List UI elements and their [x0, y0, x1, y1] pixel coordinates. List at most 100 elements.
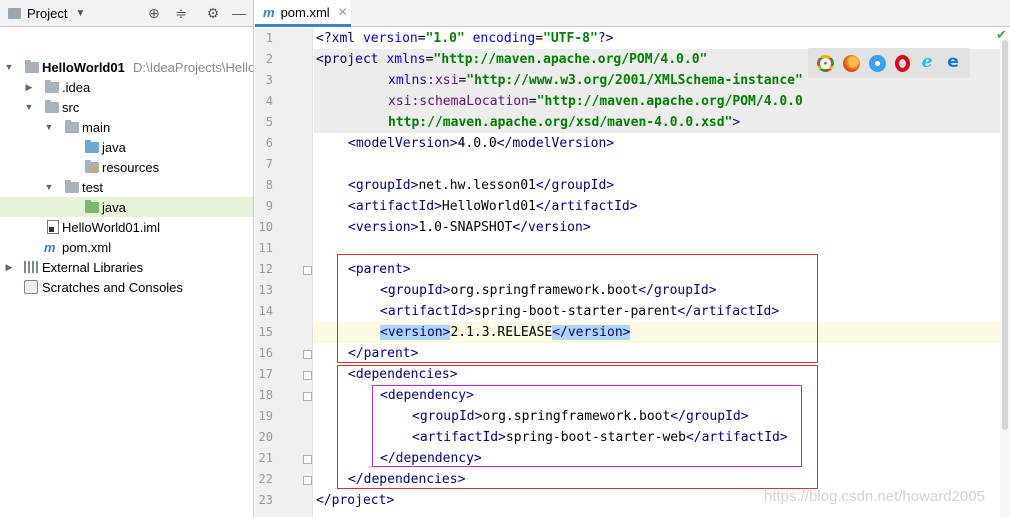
tab-pom-xml[interactable]: m pom.xml ✕ — [255, 0, 351, 27]
scratches-icon — [24, 280, 38, 294]
tree-item-src[interactable]: ▼ src — [0, 97, 253, 117]
resources-folder-icon — [85, 160, 99, 173]
folder-icon — [45, 100, 59, 113]
module-folder-icon — [25, 60, 39, 73]
folder-icon — [8, 7, 21, 19]
editor-gutter: 1 2 3 4 5 6 7 8 9 10 11 12 13 14 15 16 1… — [255, 28, 313, 517]
code-line: </project> — [316, 493, 395, 508]
chevron-down-icon[interactable]: ▼ — [44, 122, 54, 132]
line-number: 6 — [265, 136, 273, 150]
tree-item-path: D:\IdeaProjects\Hello — [133, 59, 254, 75]
code-line: <artifactId>HelloWorld01</artifactId> — [348, 199, 638, 214]
maven-file-icon: m — [44, 239, 56, 255]
tree-item-label: src — [62, 99, 80, 115]
project-view-selector[interactable]: Project — [27, 6, 67, 21]
source-folder-icon — [85, 140, 99, 153]
chevron-down-icon[interactable]: ▼ — [44, 182, 54, 192]
tree-item-label: HelloWorld01.iml — [62, 219, 161, 235]
tree-item-test-java[interactable]: java — [0, 197, 253, 217]
code-line: xmlns:xsi="http://www.w3.org/2001/XMLSch… — [388, 73, 803, 88]
firefox-icon[interactable] — [842, 54, 860, 72]
line-number: 2 — [265, 52, 273, 66]
browser-preview-bar: e e — [808, 48, 970, 78]
line-number: 14 — [258, 304, 273, 318]
scroll-thumb[interactable] — [1002, 40, 1008, 430]
tree-item-label: java — [102, 199, 126, 215]
line-number: 12 — [258, 262, 273, 276]
line-number: 20 — [258, 430, 273, 444]
tree-item-label: resources — [102, 159, 160, 175]
line-number: 22 — [258, 472, 273, 486]
project-panel-header: Project ▼ ⊕ ≑ ⚙ — — [0, 0, 253, 27]
test-folder-icon — [85, 200, 99, 213]
tree-item-main[interactable]: ▼ main — [0, 117, 253, 137]
line-number: 21 — [258, 451, 273, 465]
fold-marker[interactable] — [303, 266, 312, 275]
tree-item-test[interactable]: ▼ test — [0, 177, 253, 197]
editor-tab-bar: m pom.xml ✕ — [255, 0, 1010, 27]
line-number: 13 — [258, 283, 273, 297]
fold-marker[interactable] — [303, 455, 312, 464]
folder-icon — [65, 180, 79, 193]
project-panel: Project ▼ ⊕ ≑ ⚙ — ▼ HelloWorld01 D:\Idea… — [0, 0, 254, 517]
safari-icon[interactable] — [868, 54, 886, 72]
folder-icon — [65, 120, 79, 133]
line-number: 19 — [258, 409, 273, 423]
line-number: 15 — [258, 325, 273, 339]
tree-item-external-libraries[interactable]: ▶ External Libraries — [0, 257, 253, 277]
fold-marker[interactable] — [303, 476, 312, 485]
line-number: 10 — [258, 220, 273, 234]
code-line: http://maven.apache.org/xsd/maven-4.0.0.… — [388, 115, 741, 130]
vertical-scrollbar[interactable] — [1000, 40, 1010, 517]
watermark: https://blog.csdn.net/howard2005 — [764, 488, 985, 505]
code-editor[interactable]: <?xml version="1.0" encoding="UTF-8"?> <… — [314, 28, 1000, 517]
maven-file-icon: m — [263, 4, 275, 20]
locate-icon[interactable]: ⊕ — [146, 5, 162, 21]
opera-icon[interactable] — [894, 54, 910, 72]
ie-icon[interactable]: e — [919, 53, 936, 72]
code-line: <version>1.0-SNAPSHOT</version> — [348, 220, 591, 235]
minimize-icon[interactable]: — — [231, 5, 247, 21]
line-number: 23 — [258, 493, 273, 507]
fold-marker[interactable] — [303, 371, 312, 380]
chevron-right-icon[interactable]: ▶ — [4, 262, 14, 273]
tree-item-label: Scratches and Consoles — [42, 279, 183, 295]
code-line: <groupId>net.hw.lesson01</groupId> — [348, 178, 615, 193]
line-number: 5 — [265, 115, 273, 129]
chrome-icon[interactable] — [816, 54, 834, 72]
line-number: 18 — [258, 388, 273, 402]
parent-annotation-box — [337, 254, 818, 363]
code-line: <modelVersion>4.0.0</modelVersion> — [348, 136, 615, 151]
fold-marker[interactable] — [303, 350, 312, 359]
code-line: <?xml version="1.0" encoding="UTF-8"?> — [316, 31, 614, 46]
chevron-right-icon[interactable]: ▶ — [24, 82, 34, 93]
tree-item-scratches[interactable]: Scratches and Consoles — [0, 277, 253, 297]
fold-marker[interactable] — [303, 392, 312, 401]
code-line: <project xmlns="http://maven.apache.org/… — [316, 52, 708, 67]
collapse-all-icon[interactable]: ≑ — [173, 5, 189, 21]
library-icon — [24, 261, 38, 273]
line-number: 1 — [265, 31, 273, 45]
gear-icon[interactable]: ⚙ — [205, 5, 221, 21]
code-line: xsi:schemaLocation="http://maven.apache.… — [388, 94, 803, 109]
iml-file-icon — [47, 220, 59, 234]
tab-label: pom.xml — [280, 4, 330, 20]
tree-item-label: pom.xml — [62, 239, 112, 255]
chevron-down-icon[interactable]: ▼ — [24, 102, 34, 112]
tree-item-main-java[interactable]: java — [0, 137, 253, 157]
tree-item-iml[interactable]: HelloWorld01.iml — [0, 217, 253, 237]
tree-item-resources[interactable]: resources — [0, 157, 253, 177]
line-number: 11 — [258, 241, 273, 255]
tree-item-pom[interactable]: m pom.xml — [0, 237, 253, 257]
tree-item-helloworld01[interactable]: ▼ HelloWorld01 D:\IdeaProjects\Hello — [0, 57, 254, 77]
chevron-down-icon[interactable]: ▼ — [4, 62, 14, 72]
chevron-down-icon[interactable]: ▼ — [75, 8, 85, 19]
line-number: 16 — [258, 346, 273, 360]
tree-item-label: External Libraries — [42, 259, 144, 275]
close-icon[interactable]: ✕ — [338, 5, 348, 19]
tree-item-idea[interactable]: ▶ .idea — [0, 77, 253, 97]
edge-icon[interactable]: e — [945, 53, 962, 72]
line-number: 8 — [265, 178, 273, 192]
folder-icon — [45, 80, 59, 93]
line-number: 4 — [265, 94, 273, 108]
